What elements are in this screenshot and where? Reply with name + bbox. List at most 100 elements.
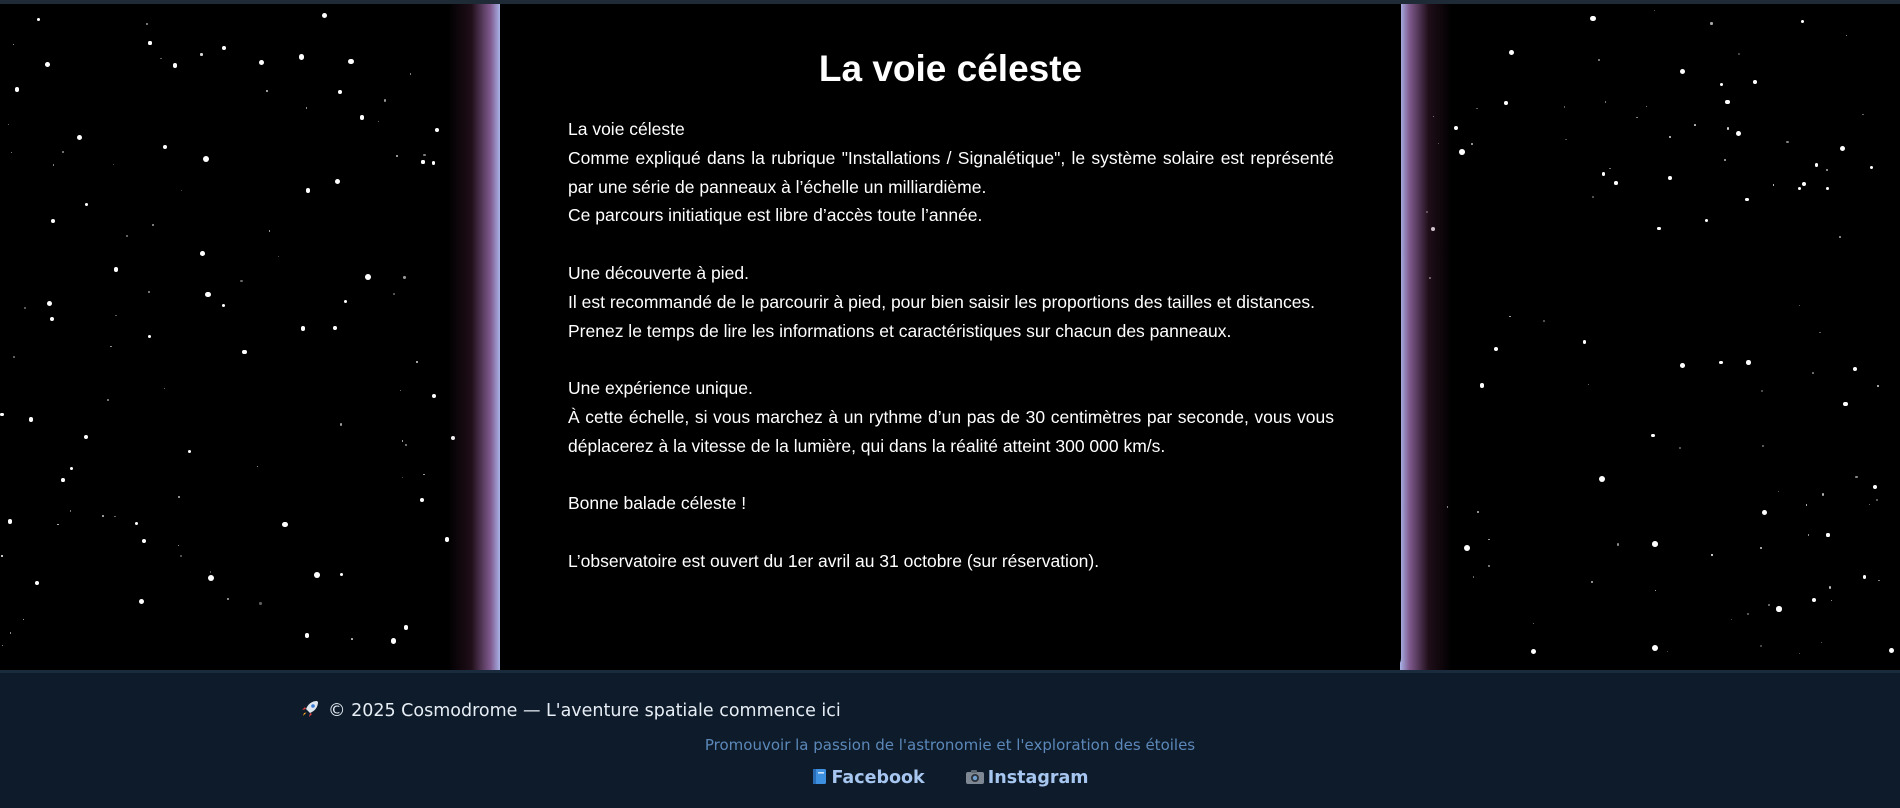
facebook-link[interactable]: Facebook bbox=[811, 768, 925, 790]
star bbox=[277, 255, 280, 258]
star bbox=[1588, 383, 1590, 385]
star bbox=[1798, 186, 1802, 190]
star bbox=[1798, 304, 1801, 307]
star bbox=[242, 349, 247, 355]
star bbox=[395, 154, 398, 157]
star bbox=[1508, 315, 1511, 318]
paragraph-heading: La voie céleste bbox=[568, 119, 685, 139]
star bbox=[1762, 445, 1764, 447]
star bbox=[1616, 543, 1620, 546]
paragraph: À cette échelle, si vous marchez à un ry… bbox=[568, 406, 1334, 456]
paragraph: Comme expliqué dans la rubrique "Install… bbox=[568, 147, 1334, 197]
footer-copyright: © 2025 Cosmodrome — L'aventure spatiale … bbox=[300, 699, 841, 721]
star bbox=[1532, 622, 1534, 624]
article-body: La voie céleste Comme expliqué dans la r… bbox=[568, 115, 1334, 576]
star bbox=[1604, 101, 1607, 104]
star bbox=[1724, 159, 1727, 162]
paragraph: Il est recommandé de le parcourir à pied… bbox=[568, 291, 1316, 312]
star bbox=[1679, 68, 1685, 74]
star bbox=[416, 361, 419, 364]
star bbox=[1814, 163, 1818, 167]
star bbox=[1839, 236, 1842, 239]
star bbox=[281, 521, 288, 528]
star bbox=[1760, 547, 1763, 550]
star bbox=[1655, 590, 1657, 592]
star bbox=[1746, 612, 1749, 616]
star bbox=[1654, 10, 1656, 12]
star bbox=[1753, 80, 1757, 84]
star bbox=[209, 571, 212, 573]
star bbox=[1730, 619, 1732, 621]
star bbox=[1799, 653, 1801, 655]
star bbox=[1, 555, 3, 557]
star bbox=[1719, 82, 1724, 87]
star bbox=[1726, 127, 1729, 130]
star bbox=[1609, 167, 1611, 170]
star bbox=[70, 467, 74, 471]
star bbox=[83, 434, 88, 439]
star bbox=[1542, 320, 1545, 323]
star bbox=[1812, 371, 1814, 374]
star bbox=[1876, 499, 1878, 501]
star bbox=[1614, 181, 1618, 185]
star bbox=[151, 223, 154, 226]
star bbox=[1868, 503, 1870, 506]
star bbox=[1464, 544, 1471, 551]
star bbox=[419, 497, 424, 502]
star bbox=[112, 163, 115, 166]
instagram-label: Instagram bbox=[987, 768, 1089, 788]
star bbox=[10, 152, 12, 154]
star bbox=[1845, 34, 1847, 36]
camera-icon bbox=[965, 768, 985, 790]
star bbox=[110, 345, 112, 348]
star bbox=[56, 523, 59, 526]
star bbox=[333, 326, 337, 330]
star bbox=[163, 387, 165, 389]
star bbox=[1, 644, 4, 647]
star bbox=[338, 90, 342, 95]
star bbox=[1493, 346, 1498, 351]
paragraph: Bonne balade céleste ! bbox=[568, 493, 747, 514]
site-footer: © 2025 Cosmodrome — L'aventure spatiale … bbox=[0, 670, 1900, 808]
star bbox=[403, 624, 409, 630]
star bbox=[177, 545, 179, 547]
star bbox=[1657, 226, 1661, 231]
star bbox=[434, 127, 440, 133]
star bbox=[52, 163, 55, 166]
star bbox=[1777, 490, 1779, 492]
star bbox=[1869, 165, 1873, 169]
star bbox=[45, 61, 51, 67]
star bbox=[1840, 145, 1846, 151]
star bbox=[138, 598, 145, 604]
star bbox=[1710, 22, 1713, 25]
star bbox=[221, 304, 225, 308]
star bbox=[339, 573, 343, 577]
star bbox=[1591, 195, 1594, 199]
star bbox=[1473, 576, 1475, 578]
star bbox=[305, 187, 311, 193]
star bbox=[1820, 642, 1822, 644]
star bbox=[1760, 645, 1763, 648]
star bbox=[1828, 586, 1832, 589]
star bbox=[205, 291, 211, 298]
star bbox=[1563, 106, 1566, 109]
star bbox=[22, 619, 25, 621]
panel-glow-left bbox=[448, 4, 500, 670]
star bbox=[305, 633, 310, 638]
star bbox=[359, 115, 364, 120]
star bbox=[142, 539, 147, 544]
star bbox=[102, 514, 104, 517]
star bbox=[1853, 366, 1858, 372]
star bbox=[421, 160, 425, 164]
paragraph-heading: Une expérience unique. bbox=[568, 378, 753, 399]
star bbox=[180, 554, 183, 557]
star bbox=[145, 22, 148, 26]
star bbox=[1889, 648, 1895, 654]
star bbox=[12, 43, 14, 46]
star bbox=[1811, 597, 1817, 603]
star bbox=[1843, 402, 1848, 407]
star bbox=[202, 156, 209, 163]
star bbox=[1805, 504, 1808, 506]
star bbox=[314, 572, 321, 578]
instagram-link[interactable]: Instagram bbox=[965, 768, 1089, 790]
